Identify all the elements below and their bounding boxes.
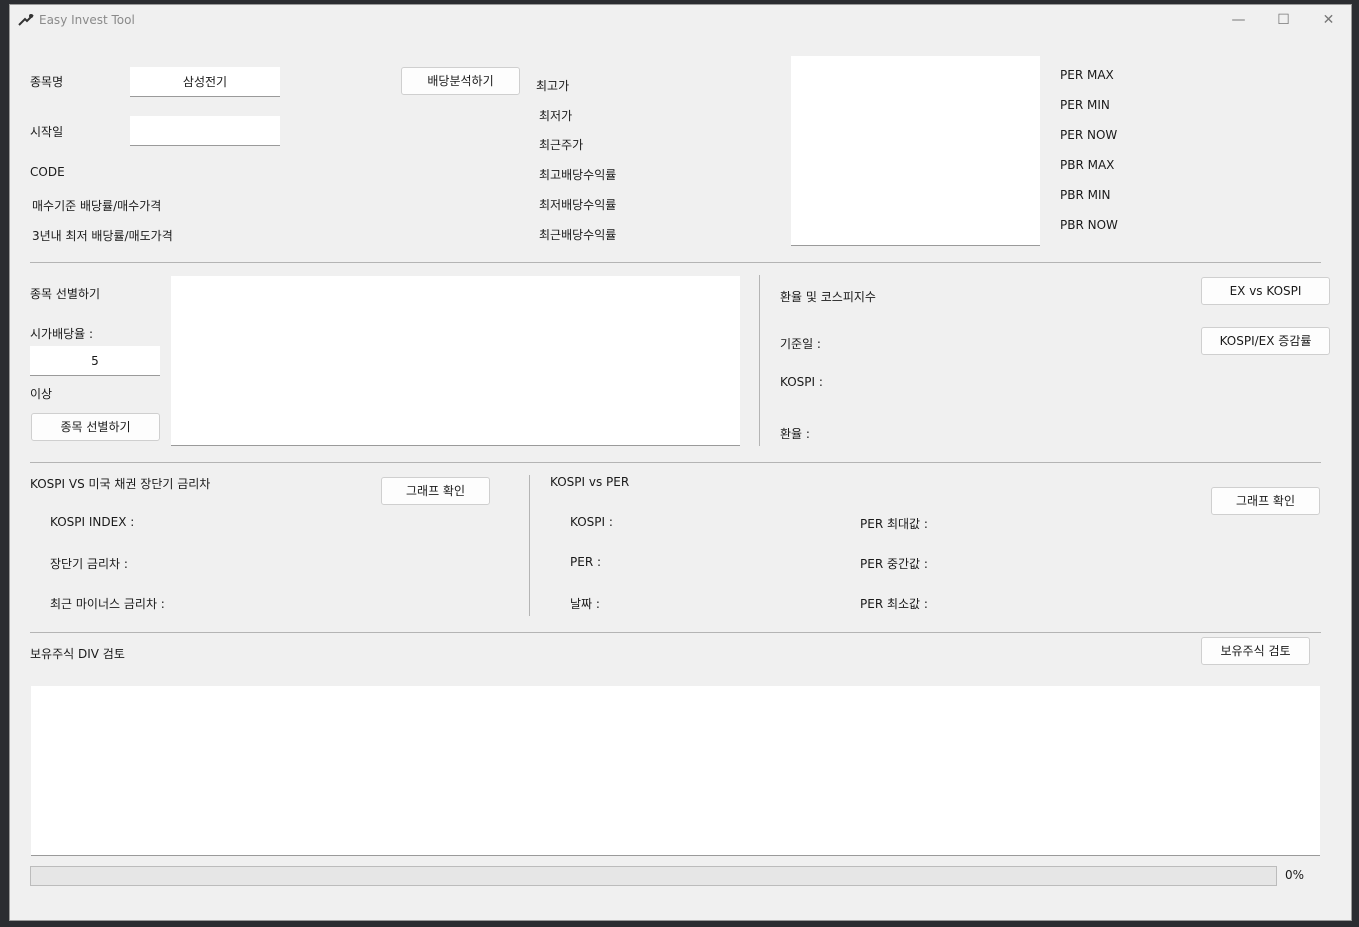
pbr-now-label: PBR NOW	[1060, 218, 1118, 232]
min-yield-label: 최저배당수익률	[539, 198, 617, 212]
holdings-result-list[interactable]	[31, 686, 1320, 856]
kp-date-label: 날짜 :	[570, 597, 600, 611]
kospi-per-title: KOSPI vs PER	[550, 475, 630, 489]
base-date-label: 기준일 :	[780, 337, 821, 351]
app-icon	[18, 14, 34, 26]
analyze-dividend-button[interactable]: 배당분석하기	[401, 67, 520, 95]
yield-input[interactable]	[30, 346, 160, 376]
main-window: Easy Invest Tool — ☐ ✕ 종목명 시작일 CODE 매수기준…	[9, 4, 1352, 921]
start-date-input[interactable]	[130, 116, 280, 146]
buy-dividend-label: 매수기준 배당률/매수가격	[32, 199, 162, 213]
divider-1	[30, 262, 1321, 263]
window-title: Easy Invest Tool	[39, 13, 135, 27]
sell-dividend-label: 3년내 최저 배당률/매도가격	[32, 229, 173, 243]
spread-label: 장단기 금리차 :	[50, 557, 128, 571]
high-price-label: 최고가	[536, 79, 570, 93]
kospi-ex-ratio-button[interactable]: KOSPI/EX 증감률	[1201, 327, 1330, 355]
above-label: 이상	[30, 387, 53, 401]
progress-bar	[30, 866, 1277, 886]
divider-v1	[759, 275, 760, 446]
bond-title: KOSPI VS 미국 채권 장단기 금리차	[30, 477, 211, 491]
pbr-min-label: PBR MIN	[1060, 188, 1111, 202]
holdings-review-button[interactable]: 보유주식 검토	[1201, 637, 1310, 665]
exchange-title: 환율 및 코스피지수	[780, 290, 876, 304]
holdings-title: 보유주식 DIV 검토	[30, 647, 125, 661]
close-button[interactable]: ✕	[1306, 5, 1351, 36]
divider-3	[30, 632, 1321, 633]
exchange-kospi-label: KOSPI :	[780, 375, 823, 389]
divider-v2	[529, 475, 530, 616]
screener-result-list[interactable]	[171, 276, 740, 446]
title-bar[interactable]: Easy Invest Tool — ☐ ✕	[10, 5, 1351, 36]
low-price-label: 최저가	[539, 109, 573, 123]
stock-name-input[interactable]	[130, 67, 280, 97]
pbr-max-label: PBR MAX	[1060, 158, 1115, 172]
stock-name-label: 종목명	[30, 75, 64, 89]
recent-price-label: 최근주가	[539, 138, 584, 152]
yield-label: 시가배당율 :	[30, 327, 94, 341]
per-mid-value-label: PER 중간값 :	[860, 557, 928, 571]
negative-spread-label: 최근 마이너스 금리차 :	[50, 597, 165, 611]
per-max-value-label: PER 최대값 :	[860, 517, 928, 531]
start-date-label: 시작일	[30, 125, 64, 139]
divider-2	[30, 462, 1321, 463]
per-min-label: PER MIN	[1060, 98, 1110, 112]
kospi-index-label: KOSPI INDEX :	[50, 515, 135, 529]
screener-title: 종목 선별하기	[30, 287, 101, 301]
exchange-rate-label: 환율 :	[780, 427, 810, 441]
recent-yield-label: 최근배당수익률	[539, 228, 617, 242]
code-label: CODE	[30, 165, 65, 179]
kospi-per-graph-button[interactable]: 그래프 확인	[1211, 487, 1320, 515]
kp-per-label: PER :	[570, 555, 602, 569]
per-max-label: PER MAX	[1060, 68, 1114, 82]
per-min-value-label: PER 최소값 :	[860, 597, 928, 611]
kp-kospi-label: KOSPI :	[570, 515, 613, 529]
maximize-button[interactable]: ☐	[1261, 5, 1306, 36]
progress-label: 0%	[1285, 868, 1305, 882]
per-now-label: PER NOW	[1060, 128, 1118, 142]
bond-graph-button[interactable]: 그래프 확인	[381, 477, 490, 505]
minimize-button[interactable]: —	[1216, 5, 1261, 36]
screen-stocks-button[interactable]: 종목 선별하기	[31, 413, 160, 441]
ex-vs-kospi-button[interactable]: EX vs KOSPI	[1201, 277, 1330, 305]
chart-panel	[791, 56, 1040, 246]
max-yield-label: 최고배당수익률	[539, 168, 617, 182]
